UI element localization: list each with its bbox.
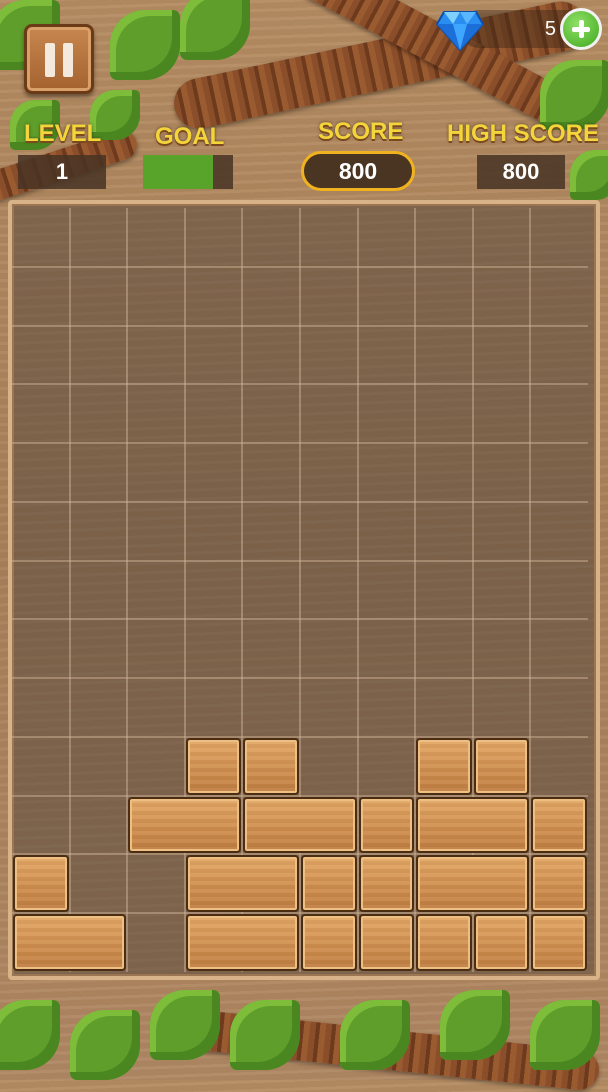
wood-block bbox=[473, 737, 530, 795]
level-label: LEVEL bbox=[24, 120, 102, 147]
pause-button[interactable] bbox=[24, 24, 94, 94]
wood-block bbox=[185, 855, 299, 913]
wood-block bbox=[243, 796, 357, 854]
wood-block bbox=[301, 914, 357, 971]
leaf-decoration bbox=[0, 1000, 60, 1070]
gem-count: 5 bbox=[544, 18, 556, 40]
score-value: 800 bbox=[301, 151, 415, 191]
grid-line bbox=[12, 324, 588, 327]
goal-label: GOAL bbox=[155, 123, 225, 150]
leaf-decoration bbox=[530, 1000, 600, 1070]
score-label: SCORE bbox=[318, 118, 404, 145]
wood-block bbox=[185, 914, 299, 971]
wood-block bbox=[531, 914, 587, 971]
grid-line bbox=[12, 265, 588, 268]
pause-icon bbox=[45, 43, 55, 77]
add-gems-button[interactable] bbox=[560, 8, 602, 50]
high-score-label: HIGH SCORE bbox=[447, 120, 600, 147]
pause-icon-bar bbox=[63, 43, 73, 77]
grid-line bbox=[12, 618, 588, 621]
high-score-value: 800 bbox=[477, 155, 565, 189]
wood-block bbox=[416, 796, 530, 854]
grid-line bbox=[12, 677, 588, 680]
wood-block bbox=[416, 855, 530, 913]
board-grid[interactable] bbox=[12, 208, 588, 972]
wood-block bbox=[128, 796, 242, 854]
leaf-decoration bbox=[230, 1000, 300, 1070]
goal-progress-fill bbox=[143, 155, 214, 189]
leaf-decoration bbox=[110, 10, 180, 80]
grid-line bbox=[126, 208, 129, 972]
wood-block bbox=[13, 855, 69, 913]
level-value: 1 bbox=[18, 155, 106, 189]
wood-block bbox=[185, 737, 242, 795]
wood-block bbox=[531, 796, 587, 854]
wood-block bbox=[358, 855, 415, 913]
wood-block bbox=[416, 914, 472, 971]
wood-block bbox=[243, 737, 299, 795]
leaf-decoration bbox=[440, 990, 510, 1060]
leaf-decoration bbox=[570, 150, 608, 200]
grid-line bbox=[12, 500, 588, 503]
wood-block bbox=[13, 914, 127, 971]
leaf-decoration bbox=[180, 0, 250, 60]
goal-progress-bar bbox=[143, 155, 233, 189]
wood-block bbox=[473, 914, 530, 971]
grid-line bbox=[68, 208, 71, 972]
leaf-decoration bbox=[340, 1000, 410, 1070]
wood-block bbox=[416, 737, 472, 795]
diamond-icon bbox=[436, 11, 484, 52]
wood-block bbox=[301, 855, 357, 913]
grid-line bbox=[12, 442, 588, 445]
leaf-decoration bbox=[150, 990, 220, 1060]
wood-block bbox=[358, 914, 415, 971]
leaf-decoration bbox=[70, 1010, 140, 1080]
grid-line bbox=[12, 559, 588, 562]
wood-block bbox=[358, 796, 415, 854]
wood-block bbox=[531, 855, 587, 913]
grid-line bbox=[12, 383, 588, 386]
